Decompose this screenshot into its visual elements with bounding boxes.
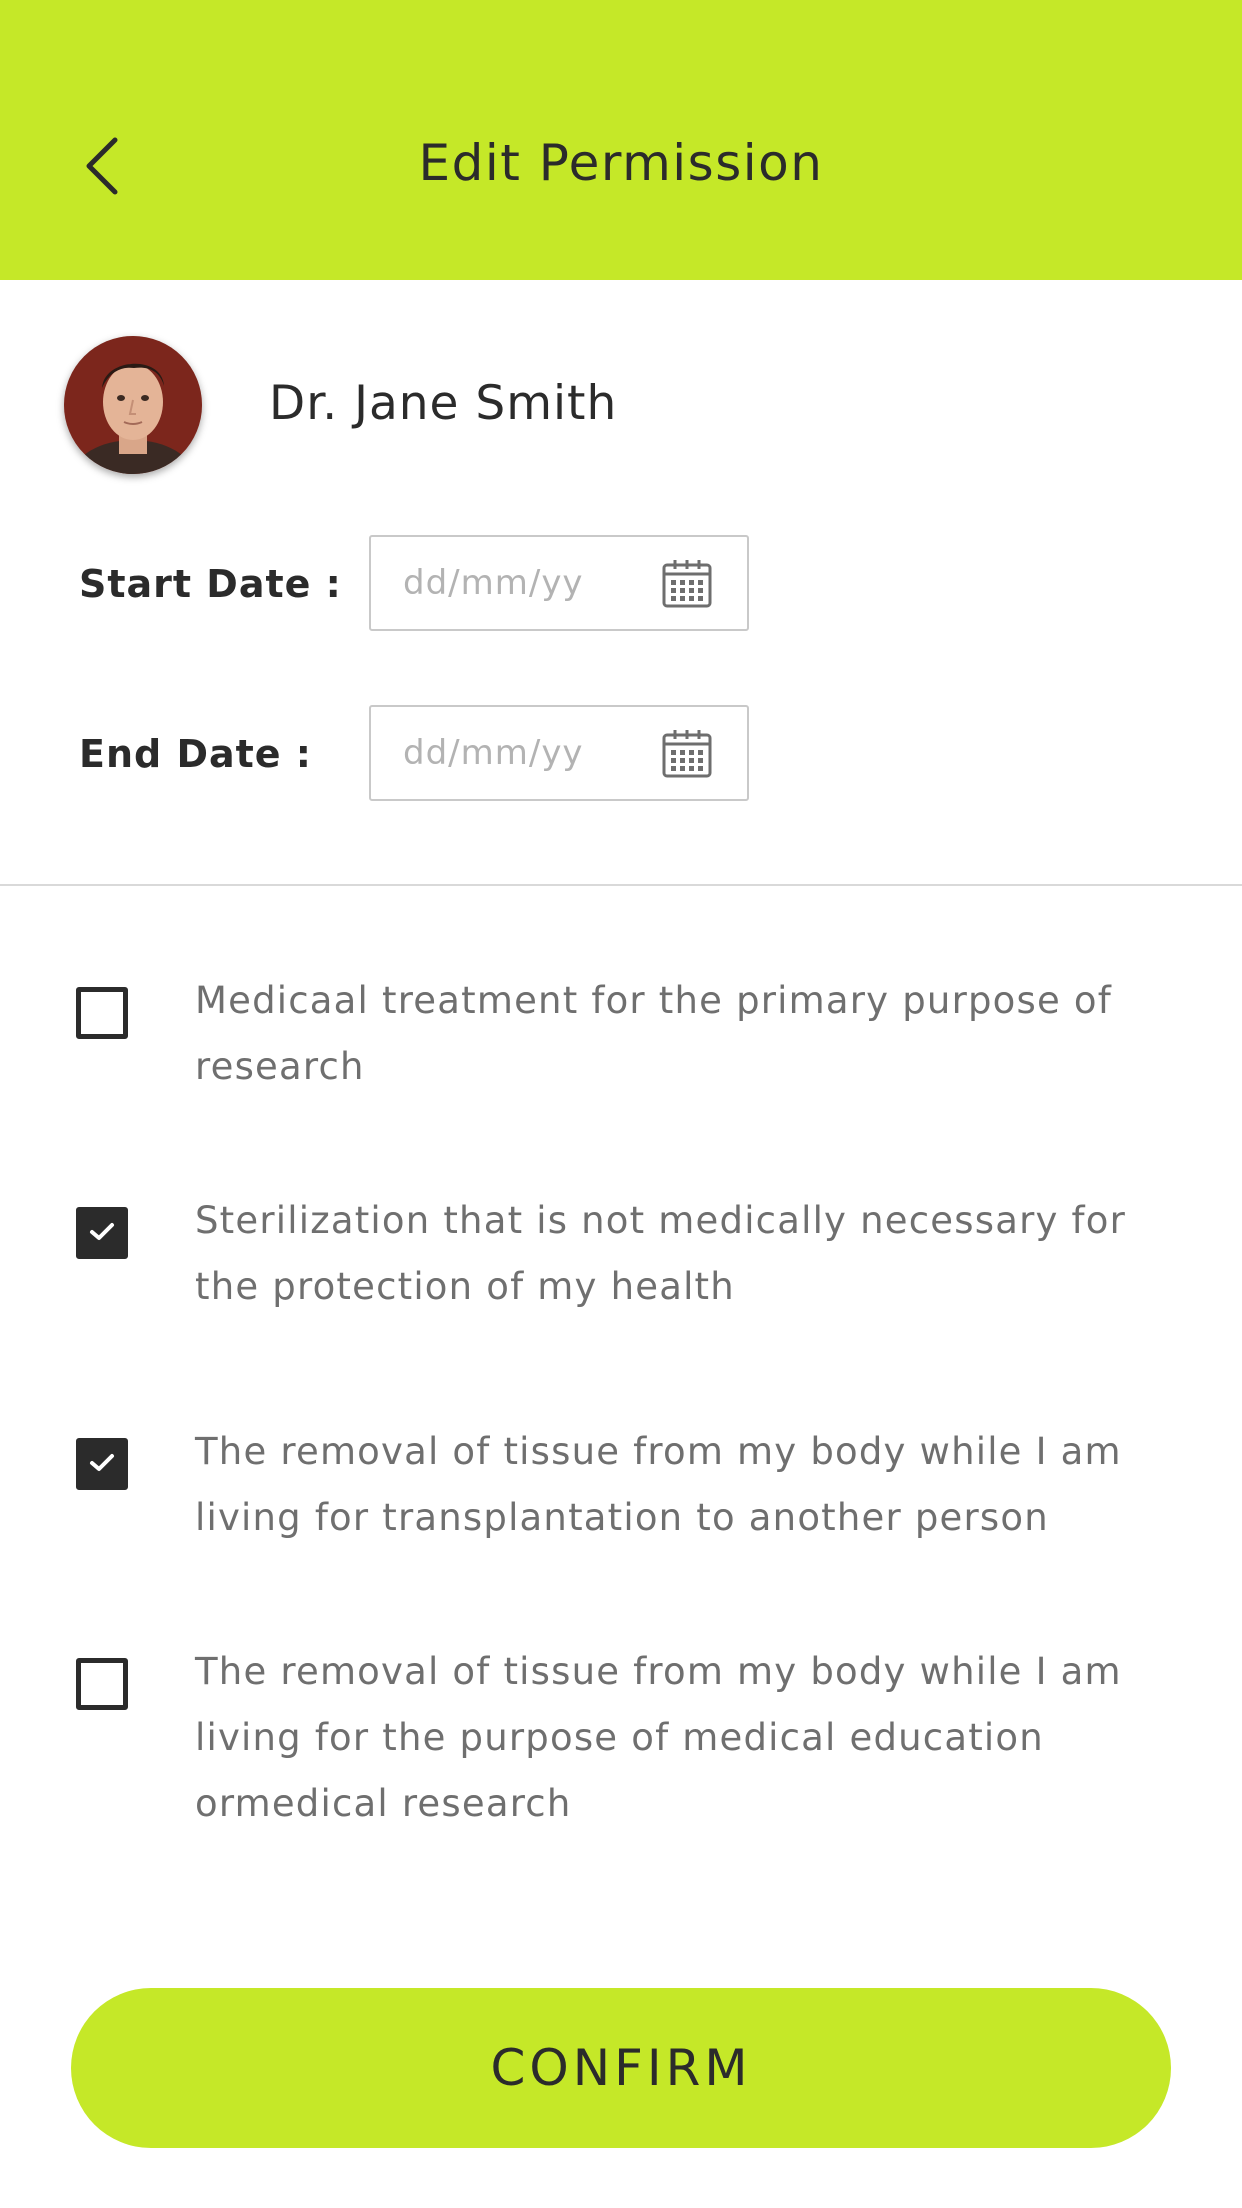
option-text: The removal of tissue from my body while… xyxy=(195,1430,1122,1539)
checkmark-icon xyxy=(90,1454,114,1471)
option-text: Sterilization that is not medically nece… xyxy=(195,1199,1127,1308)
calendar-icon[interactable] xyxy=(661,727,713,779)
avatar xyxy=(64,336,202,474)
end-date-label: End Date : xyxy=(79,732,312,776)
option-checkbox[interactable] xyxy=(76,1438,128,1490)
option-checkbox[interactable] xyxy=(76,987,128,1039)
doctor-profile xyxy=(64,336,202,474)
option-text: The removal of tissue from my body while… xyxy=(195,1650,1122,1825)
start-date-field[interactable] xyxy=(369,535,749,631)
end-date-input[interactable] xyxy=(403,707,653,799)
option-checkbox[interactable] xyxy=(76,1658,128,1710)
app-header: Edit Permission xyxy=(0,0,1242,280)
checkmark-icon xyxy=(90,1223,114,1240)
section-divider xyxy=(0,884,1242,886)
doctor-name: Dr. Jane Smith xyxy=(269,376,618,431)
option-checkbox[interactable] xyxy=(76,1207,128,1259)
page-title: Edit Permission xyxy=(418,134,824,192)
start-date-input[interactable] xyxy=(403,537,653,629)
confirm-button[interactable]: CONFIRM xyxy=(71,1988,1171,2148)
end-date-field[interactable] xyxy=(369,705,749,801)
option-text: Medicaal treatment for the primary purpo… xyxy=(195,979,1112,1088)
start-date-label: Start Date : xyxy=(79,562,342,606)
calendar-icon[interactable] xyxy=(661,557,713,609)
